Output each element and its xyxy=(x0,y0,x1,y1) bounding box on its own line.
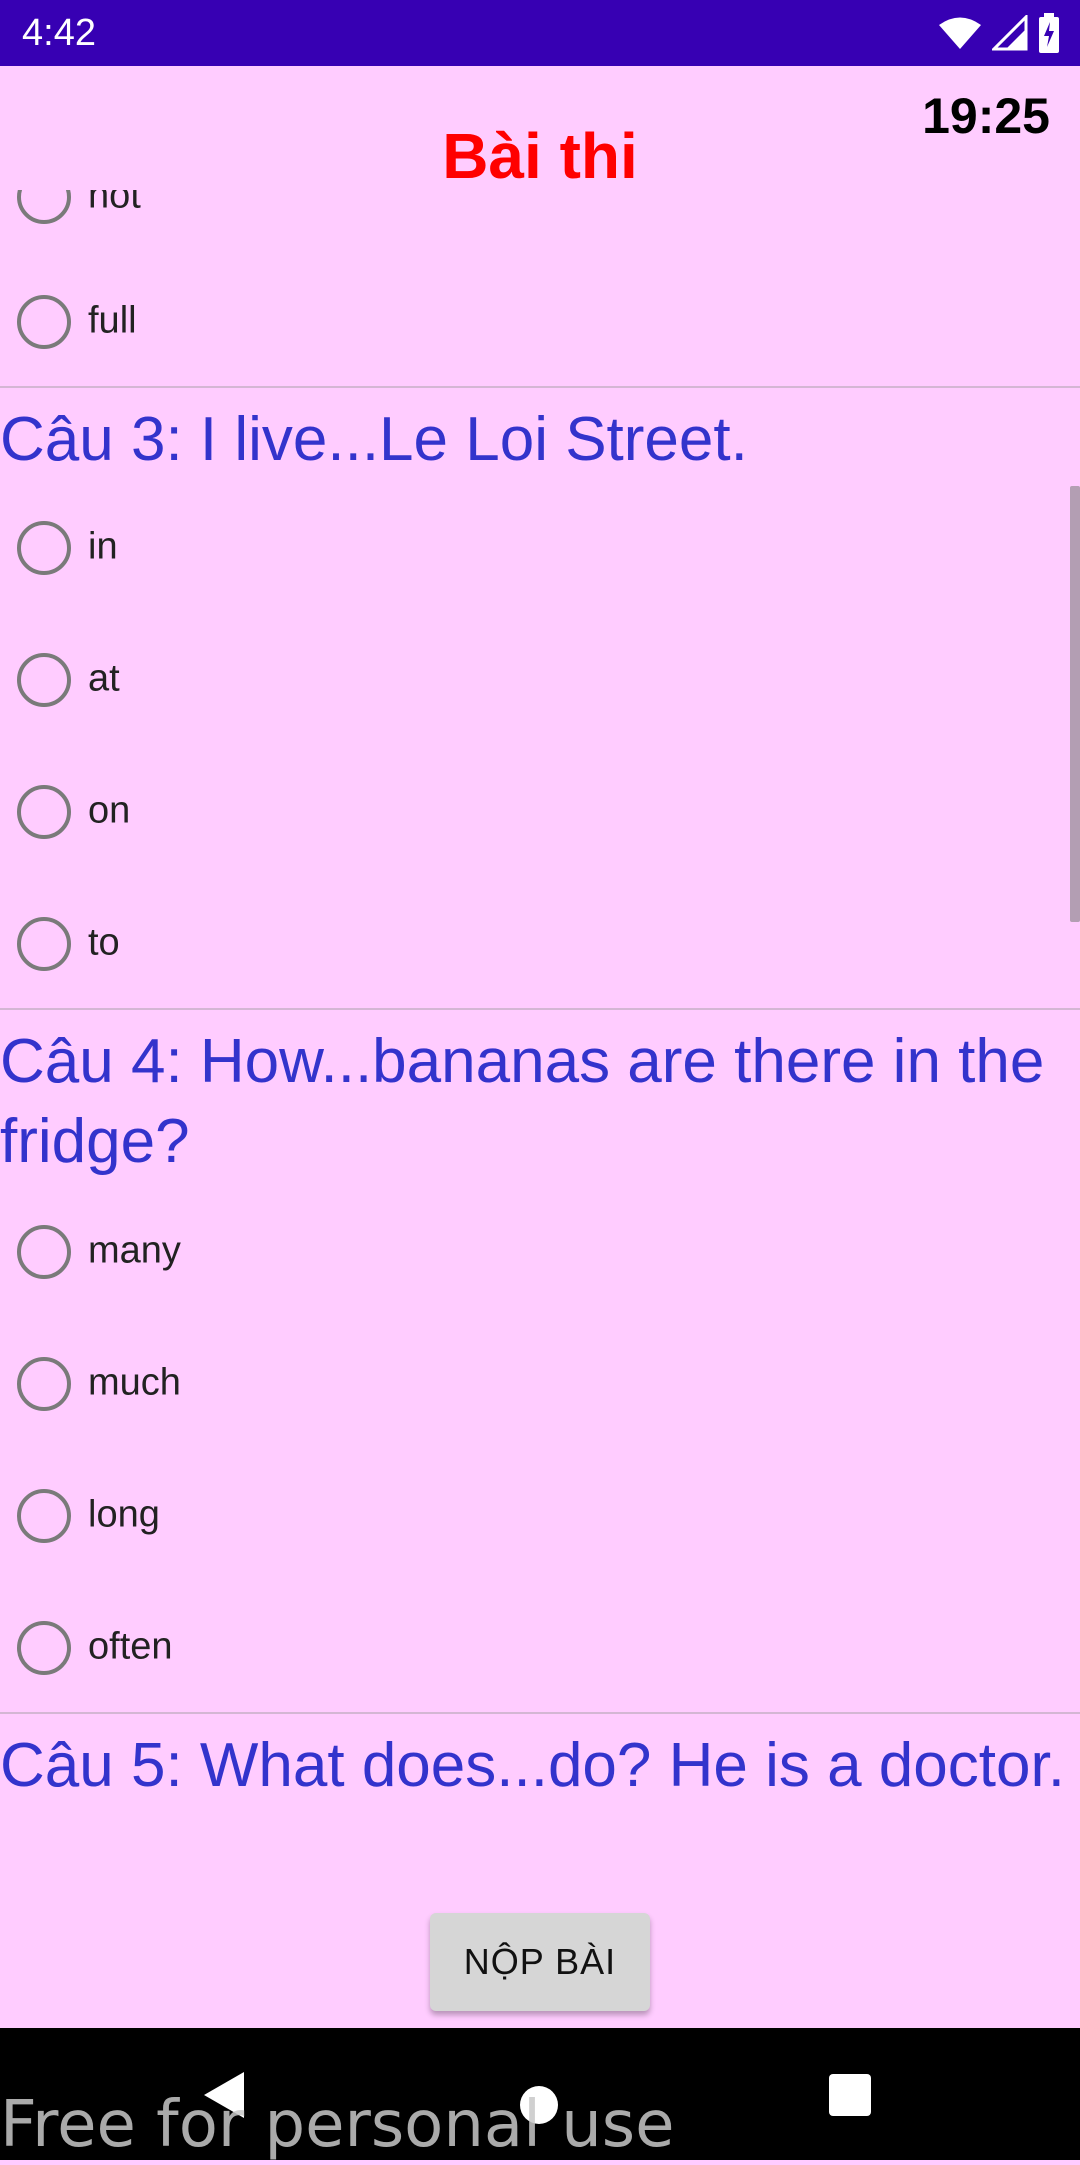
option-label: not xyxy=(88,190,141,217)
status-icons xyxy=(938,12,1060,54)
question-3-text: Câu 3: I live...Le Loi Street. xyxy=(0,405,748,474)
radio-button[interactable] xyxy=(17,917,71,971)
radio-button[interactable] xyxy=(17,190,71,224)
option-q2-not[interactable]: not xyxy=(0,190,1060,262)
question-list[interactable]: not full Câu 3: I live...Le Loi Street. … xyxy=(0,190,1080,2028)
option-label: much xyxy=(88,1361,181,1404)
watermark: Free for personal use xyxy=(0,2088,675,2162)
status-bar: 4:42 xyxy=(0,0,1080,66)
radio-button[interactable] xyxy=(17,785,71,839)
option-q3-on[interactable]: on xyxy=(0,745,1060,877)
submit-button[interactable]: NỘP BÀI xyxy=(430,1913,650,2011)
recent-apps-icon[interactable] xyxy=(829,2074,871,2116)
option-label: full xyxy=(88,299,137,342)
radio-button[interactable] xyxy=(17,653,71,707)
question-5-text: Câu 5: What does...do? He is a doctor. xyxy=(0,1731,1065,1800)
option-label: in xyxy=(88,525,118,568)
option-label: on xyxy=(88,789,131,832)
battery-icon xyxy=(1038,13,1060,53)
option-label: many xyxy=(88,1229,181,1272)
option-label: at xyxy=(88,657,120,700)
page-title: Bài thi xyxy=(442,120,638,192)
radio-button[interactable] xyxy=(17,1357,71,1411)
option-q3-at[interactable]: at xyxy=(0,613,1060,745)
radio-button[interactable] xyxy=(17,295,71,349)
option-label: often xyxy=(88,1625,173,1668)
question-4-text: Câu 4: How...bananas are there in the fr… xyxy=(0,1027,1045,1176)
option-label: to xyxy=(88,921,120,964)
scrollbar[interactable] xyxy=(1070,486,1080,922)
radio-button[interactable] xyxy=(17,1621,71,1675)
option-q4-often[interactable]: often xyxy=(0,1581,1060,1713)
option-q3-to[interactable]: to xyxy=(0,877,1060,1009)
divider xyxy=(0,386,1080,388)
radio-button[interactable] xyxy=(17,1489,71,1543)
option-q4-much[interactable]: much xyxy=(0,1317,1060,1449)
option-label: long xyxy=(88,1493,160,1536)
option-q4-many[interactable]: many xyxy=(0,1185,1060,1317)
wifi-icon xyxy=(938,16,982,50)
radio-button[interactable] xyxy=(17,1225,71,1279)
status-clock: 4:42 xyxy=(22,12,96,54)
divider xyxy=(0,1008,1080,1010)
option-q3-in[interactable]: in xyxy=(0,481,1060,613)
divider xyxy=(0,1712,1080,1714)
signal-icon xyxy=(992,15,1028,51)
option-q2-full[interactable]: full xyxy=(0,255,1060,387)
option-q4-long[interactable]: long xyxy=(0,1449,1060,1581)
radio-button[interactable] xyxy=(17,521,71,575)
